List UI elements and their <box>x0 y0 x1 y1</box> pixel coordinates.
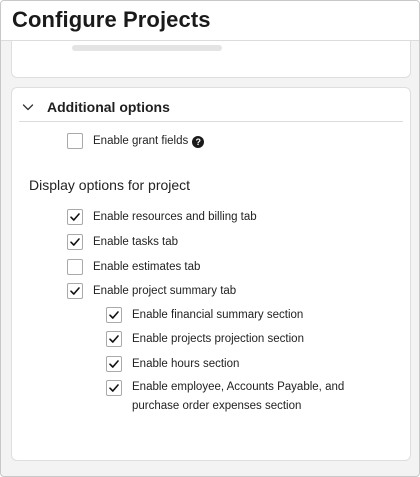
option-row: Enable tasks tab <box>67 234 178 252</box>
dialog-frame: Configure Projects Additional options En… <box>0 0 420 477</box>
enable-grant-fields-row: Enable grant fields? <box>67 131 205 151</box>
enable-hours-section-checkbox[interactable] <box>106 356 122 372</box>
sub-option-row: Enable financial summary section <box>106 307 303 325</box>
enable-employee-ap-po-expenses-checkbox[interactable] <box>106 380 122 396</box>
checkmark-icon <box>109 384 119 392</box>
sub-option-row: Enable employee, Accounts Payable, and p… <box>106 380 352 416</box>
enable-grant-fields-checkbox[interactable] <box>67 133 83 149</box>
checkmark-icon <box>70 287 80 295</box>
option-label: Enable tasks tab <box>93 236 179 248</box>
page-title: Configure Projects <box>12 7 211 32</box>
checkmark-icon <box>109 311 119 319</box>
chevron-down-icon <box>22 104 34 111</box>
enable-grant-fields-label: Enable grant fields? <box>93 131 205 151</box>
option-row: Enable estimates tab <box>67 259 200 277</box>
additional-options-heading: Additional options <box>47 99 170 115</box>
checkmark-icon <box>109 360 119 368</box>
enable-project-summary-tab-checkbox[interactable] <box>67 283 83 299</box>
option-row: Enable project summary tab <box>67 283 236 301</box>
enable-resources-billing-checkbox[interactable] <box>67 209 83 225</box>
display-options-heading: Display options for project <box>29 177 191 193</box>
enable-projects-projection-checkbox[interactable] <box>106 331 122 347</box>
enable-estimates-tab-checkbox[interactable] <box>67 259 83 275</box>
sub-option-row: Enable hours section <box>106 356 239 374</box>
sub-option-label: Enable projects projection section <box>132 333 304 345</box>
sub-option-label: Enable financial summary section <box>132 309 304 321</box>
scrolled-content-placeholder <box>72 45 222 51</box>
option-label: Enable estimates tab <box>93 261 201 273</box>
section-divider <box>19 121 403 122</box>
checkmark-icon <box>109 335 119 343</box>
option-label: Enable resources and billing tab <box>93 211 257 223</box>
sub-option-row: Enable projects projection section <box>106 331 304 349</box>
option-row: Enable resources and billing tab <box>67 209 257 227</box>
enable-financial-summary-checkbox[interactable] <box>106 307 122 323</box>
sub-option-label: Enable hours section <box>132 358 240 370</box>
page-header: Configure Projects <box>1 1 419 41</box>
question-circle-icon[interactable]: ? <box>192 136 205 148</box>
sub-option-label: Enable employee, Accounts Payable, and p… <box>132 381 345 412</box>
checkmark-icon <box>70 213 80 221</box>
enable-tasks-tab-checkbox[interactable] <box>67 234 83 250</box>
option-label: Enable project summary tab <box>93 285 237 297</box>
checkmark-icon <box>70 238 80 246</box>
additional-options-toggle[interactable]: Additional options <box>21 97 170 117</box>
